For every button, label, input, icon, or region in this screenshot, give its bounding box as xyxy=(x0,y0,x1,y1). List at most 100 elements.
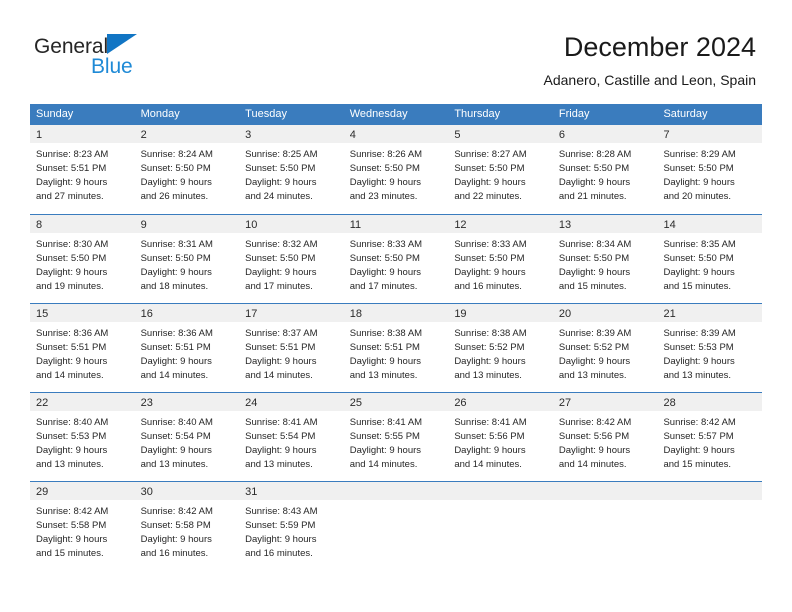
day-cell-empty xyxy=(343,482,449,570)
daylight-text-line2: and 18 minutes. xyxy=(140,281,209,292)
daylight-text-line2: and 19 minutes. xyxy=(36,281,104,292)
day-cell-31[interactable]: 31 Sunrise: 8:43 AM Sunset: 5:59 PM Dayligh… xyxy=(239,482,344,570)
day-cell-2[interactable]: 2 Sunrise: 8:24 AM Sunset: 5:50 PM Daylight… xyxy=(134,125,240,214)
daylight-text-line1: Daylight: 9 hours xyxy=(454,177,526,188)
sunrise-text: Sunrise: 8:37 AM xyxy=(245,328,318,339)
sunrise-text: Sunrise: 8:25 AM xyxy=(245,149,318,160)
day-number-band: 16 xyxy=(134,304,240,322)
day-number-band: 26 xyxy=(448,393,553,411)
daylight-text-line2: and 14 minutes. xyxy=(36,370,104,381)
sunset-text: Sunset: 5:52 PM xyxy=(454,342,525,353)
day-details: Sunrise: 8:42 AM Sunset: 5:58 PM Daylight:… xyxy=(30,500,135,561)
day-details: Sunrise: 8:41 AM Sunset: 5:54 PM Daylight:… xyxy=(239,411,344,472)
day-details: Sunrise: 8:25 AM Sunset: 5:50 PM Daylight:… xyxy=(239,143,344,204)
day-cell-20[interactable]: 20 Sunrise: 8:39 AM Sunset: 5:52 PM Dayligh… xyxy=(552,304,658,392)
day-number-band: 14 xyxy=(657,215,763,233)
daylight-text-line2: and 15 minutes. xyxy=(663,459,732,470)
day-cell-empty xyxy=(448,482,553,570)
daylight-text-line2: and 24 minutes. xyxy=(245,191,313,202)
daylight-text-line1: Daylight: 9 hours xyxy=(558,445,631,456)
sunrise-text: Sunrise: 8:36 AM xyxy=(36,328,109,339)
day-cell-4[interactable]: 4 Sunrise: 8:26 AM Sunset: 5:50 PM Daylight… xyxy=(343,125,449,214)
day-number: 21 xyxy=(663,308,676,320)
day-cell-1[interactable]: 1 Sunrise: 8:23 AM Sunset: 5:51 PM Daylight… xyxy=(30,125,135,214)
day-cell-28[interactable]: 28 Sunrise: 8:42 AM Sunset: 5:57 PM Dayligh… xyxy=(657,393,763,481)
day-number: 15 xyxy=(36,308,49,320)
sunrise-text: Sunrise: 8:39 AM xyxy=(663,328,736,339)
day-number: 10 xyxy=(245,219,258,231)
day-cell-14[interactable]: 14 Sunrise: 8:35 AM Sunset: 5:50 PM Dayligh… xyxy=(657,215,763,303)
day-number: 12 xyxy=(454,219,467,231)
weekday-header-tuesday: Tuesday xyxy=(245,108,287,120)
day-number-band: 6 xyxy=(552,125,658,143)
day-cell-6[interactable]: 6 Sunrise: 8:28 AM Sunset: 5:50 PM Daylight… xyxy=(552,125,658,214)
daylight-text-line2: and 27 minutes. xyxy=(36,191,104,202)
daylight-text-line2: and 14 minutes. xyxy=(454,459,522,470)
sunrise-text: Sunrise: 8:42 AM xyxy=(558,417,632,428)
day-cell-11[interactable]: 11 Sunrise: 8:33 AM Sunset: 5:50 PM Dayligh… xyxy=(343,215,449,303)
day-details: Sunrise: 8:27 AM Sunset: 5:50 PM Daylight:… xyxy=(448,143,553,204)
day-cell-24[interactable]: 24 Sunrise: 8:41 AM Sunset: 5:54 PM Dayligh… xyxy=(239,393,344,481)
day-cell-25[interactable]: 25 Sunrise: 8:41 AM Sunset: 5:55 PM Dayligh… xyxy=(343,393,449,481)
day-cell-empty xyxy=(552,482,658,570)
weekday-header-saturday: Saturday xyxy=(663,108,708,120)
daylight-text-line1: Daylight: 9 hours xyxy=(36,356,108,367)
day-cell-17[interactable]: 17 Sunrise: 8:37 AM Sunset: 5:51 PM Dayligh… xyxy=(239,304,344,392)
sunset-text: Sunset: 5:50 PM xyxy=(349,163,420,174)
day-number-band: 13 xyxy=(552,215,658,233)
daylight-text-line1: Daylight: 9 hours xyxy=(245,267,317,278)
calendar-page: General Blue December 2024 Adanero, Cast… xyxy=(0,0,792,612)
day-details: Sunrise: 8:37 AM Sunset: 5:51 PM Daylight:… xyxy=(239,322,344,383)
day-details: Sunrise: 8:28 AM Sunset: 5:50 PM Daylight:… xyxy=(553,143,658,204)
day-details: Sunrise: 8:41 AM Sunset: 5:55 PM Daylight:… xyxy=(344,411,449,472)
day-cell-10[interactable]: 10 Sunrise: 8:32 AM Sunset: 5:50 PM Dayligh… xyxy=(239,215,344,303)
day-number: 18 xyxy=(349,308,362,320)
sunset-text: Sunset: 5:50 PM xyxy=(663,253,734,264)
day-cell-21[interactable]: 21 Sunrise: 8:39 AM Sunset: 5:53 PM Dayligh… xyxy=(657,304,763,392)
sunrise-text: Sunrise: 8:40 AM xyxy=(140,417,213,428)
day-cell-8[interactable]: 8 Sunrise: 8:30 AM Sunset: 5:50 PM Daylight… xyxy=(30,215,135,303)
day-number: 9 xyxy=(140,219,147,231)
day-cell-22[interactable]: 22 Sunrise: 8:40 AM Sunset: 5:53 PM Dayligh… xyxy=(30,393,135,481)
day-cell-16[interactable]: 16 Sunrise: 8:36 AM Sunset: 5:51 PM Dayligh… xyxy=(134,304,240,392)
daylight-text-line2: and 13 minutes. xyxy=(36,459,104,470)
day-cell-13[interactable]: 13 Sunrise: 8:34 AM Sunset: 5:50 PM Dayligh… xyxy=(552,215,658,303)
sunrise-text: Sunrise: 8:31 AM xyxy=(140,239,213,250)
day-number: 11 xyxy=(349,219,362,231)
day-cell-15[interactable]: 15 Sunrise: 8:36 AM Sunset: 5:51 PM Dayligh… xyxy=(30,304,135,392)
daylight-text-line2: and 20 minutes. xyxy=(663,191,732,202)
day-details: Sunrise: 8:35 AM Sunset: 5:50 PM Daylight:… xyxy=(657,233,762,294)
day-number: 3 xyxy=(245,129,252,141)
day-details: Sunrise: 8:42 AM Sunset: 5:57 PM Daylight:… xyxy=(657,411,762,472)
day-details: Sunrise: 8:39 AM Sunset: 5:53 PM Daylight:… xyxy=(657,322,762,383)
day-cell-18[interactable]: 18 Sunrise: 8:38 AM Sunset: 5:51 PM Dayligh… xyxy=(343,304,449,392)
day-cell-7[interactable]: 7 Sunrise: 8:29 AM Sunset: 5:50 PM Daylight… xyxy=(657,125,763,214)
day-cell-27[interactable]: 27 Sunrise: 8:42 AM Sunset: 5:56 PM Dayligh… xyxy=(552,393,658,481)
day-cell-3[interactable]: 3 Sunrise: 8:25 AM Sunset: 5:50 PM Daylight… xyxy=(239,125,344,214)
sunset-text: Sunset: 5:51 PM xyxy=(245,342,316,353)
day-cell-5[interactable]: 5 Sunrise: 8:27 AM Sunset: 5:50 PM Daylight… xyxy=(448,125,553,214)
day-number-band: 27 xyxy=(552,393,658,411)
day-details: Sunrise: 8:38 AM Sunset: 5:52 PM Daylight:… xyxy=(448,322,553,383)
day-cell-30[interactable]: 30 Sunrise: 8:42 AM Sunset: 5:58 PM Dayligh… xyxy=(134,482,240,570)
day-cell-23[interactable]: 23 Sunrise: 8:40 AM Sunset: 5:54 PM Dayligh… xyxy=(134,393,240,481)
day-cell-26[interactable]: 26 Sunrise: 8:41 AM Sunset: 5:56 PM Dayligh… xyxy=(448,393,553,481)
day-cell-9[interactable]: 9 Sunrise: 8:31 AM Sunset: 5:50 PM Daylight… xyxy=(134,215,240,303)
sunset-text: Sunset: 5:50 PM xyxy=(349,253,420,264)
daylight-text-line1: Daylight: 9 hours xyxy=(558,356,631,367)
sunset-text: Sunset: 5:56 PM xyxy=(558,431,630,442)
daylight-text-line1: Daylight: 9 hours xyxy=(454,356,526,367)
sunset-text: Sunset: 5:50 PM xyxy=(140,163,211,174)
day-number: 29 xyxy=(36,486,49,498)
daylight-text-line2: and 16 minutes. xyxy=(245,548,313,559)
day-cell-12[interactable]: 12 Sunrise: 8:33 AM Sunset: 5:50 PM Dayligh… xyxy=(448,215,553,303)
day-cell-29[interactable]: 29 Sunrise: 8:42 AM Sunset: 5:58 PM Dayligh… xyxy=(30,482,135,570)
day-number-band: 1 xyxy=(30,125,135,143)
daylight-text-line2: and 23 minutes. xyxy=(349,191,418,202)
day-cell-19[interactable]: 19 Sunrise: 8:38 AM Sunset: 5:52 PM Dayligh… xyxy=(448,304,553,392)
sunrise-text: Sunrise: 8:29 AM xyxy=(663,149,736,160)
sunset-text: Sunset: 5:57 PM xyxy=(663,431,734,442)
daylight-text-line2: and 14 minutes. xyxy=(245,370,313,381)
day-number: 5 xyxy=(454,129,461,141)
day-number: 22 xyxy=(36,397,49,409)
